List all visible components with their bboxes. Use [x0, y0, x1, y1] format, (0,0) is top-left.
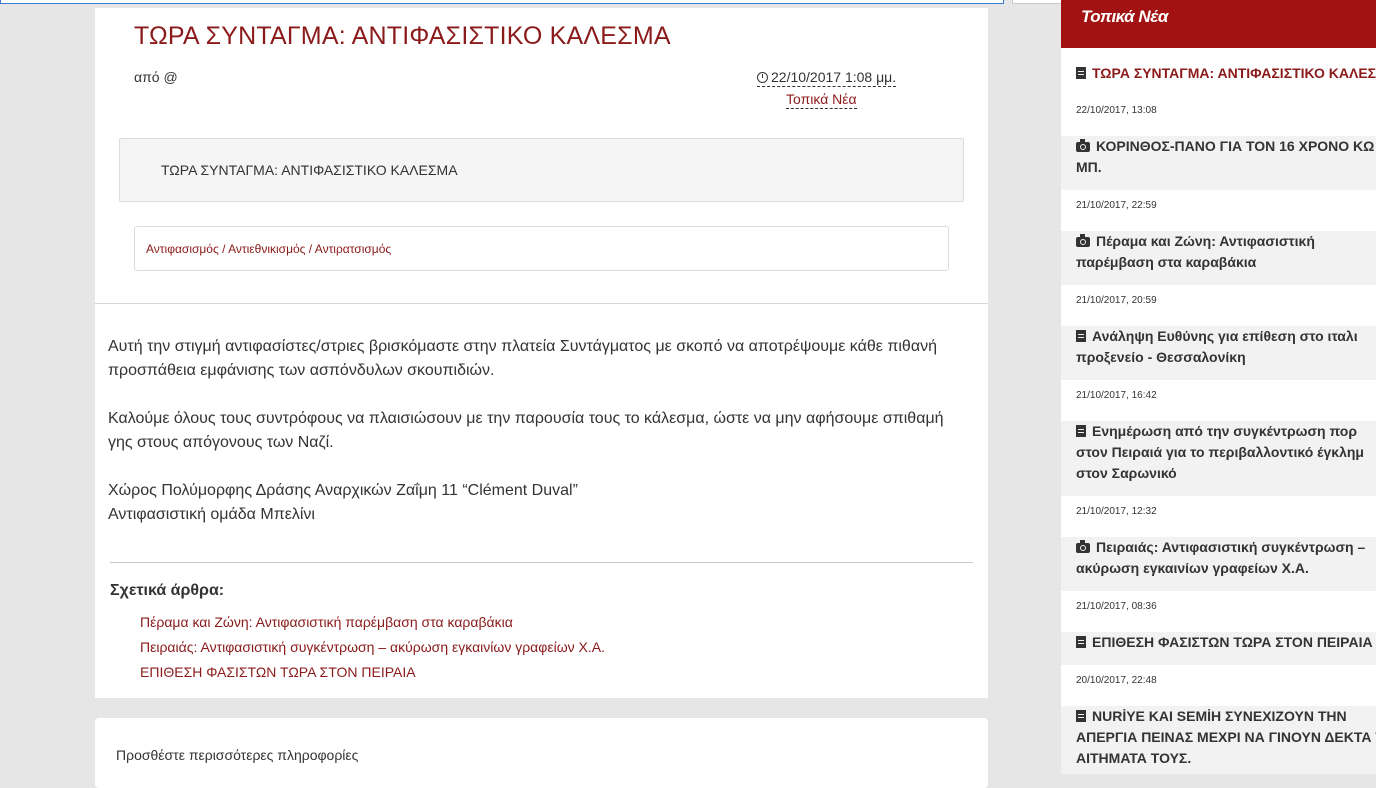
more-info-card: Προσθέστε περισσότερες πληροφορίες [95, 718, 988, 788]
article-card: ΤΩΡΑ ΣΥΝΤΑΓΜΑ: ΑΝΤΙΦΑΣΙΣΤΙΚΟ ΚΑΛΕΣΜΑ από… [95, 8, 988, 698]
article-title: ΤΩΡΑ ΣΥΝΤΑΓΜΑ: ΑΝΤΙΦΑΣΙΣΤΙΚΟ ΚΑΛΕΣΜΑ [134, 22, 671, 50]
camera-icon [1076, 234, 1090, 247]
sidebar-header-title: Τοπικά Νέα [1081, 7, 1168, 26]
related-articles-title: Σχετικά άρθρα: [110, 582, 225, 599]
author-prefix: από [134, 69, 160, 85]
body-paragraph: Καλούμε όλους τους συντρόφους να πλαισιώ… [108, 410, 944, 451]
news-title[interactable]: Πέραμα και Ζώνη: Αντιφασιστική παρέμβαση… [1076, 231, 1376, 273]
related-article-link[interactable]: ΕΠΙΘΕΣΗ ΦΑΣΙΣΤΩΝ ΤΩΡΑ ΣΤΟΝ ΠΕΙΡΑΙΑ [140, 663, 605, 688]
news-date: 21/10/2017, 08:36 [1076, 601, 1157, 612]
document-icon [1076, 330, 1086, 342]
divider [110, 562, 973, 563]
news-date: 21/10/2017, 22:59 [1076, 200, 1157, 211]
sidebar-header: Τοπικά Νέα [1061, 0, 1376, 48]
related-article-link[interactable]: Πειραιάς: Αντιφασιστική συγκέντρωση – ακ… [140, 638, 605, 663]
document-icon [1076, 67, 1086, 79]
news-date: 20/10/2017, 22:48 [1076, 675, 1157, 686]
body-signature-line: Χώρος Πολύμορφης Δράσης Αναρχικών Ζαΐμη … [108, 482, 578, 499]
sidebar: Τοπικά Νέα ΤΩΡΑ ΣΥΝΤΑΓΜΑ: ΑΝΤΙΦΑΣΙΣΤΙΚΟ … [1061, 0, 1376, 774]
tag-link[interactable]: Αντιεθνικισμός [228, 242, 305, 256]
news-title[interactable]: ΤΩΡΑ ΣΥΝΤΑΓΜΑ: ΑΝΤΙΦΑΣΙΣΤΙΚΟ ΚΑΛΕΣΜΑ [1076, 63, 1376, 84]
news-title[interactable]: NURİYE ΚΑΙ SEMİH ΣΥΝΕΧΙΖΟΥΝ ΤΗΝ ΑΠΕΡΓΙΑ … [1076, 706, 1376, 769]
article-body: Αυτή την στιγμή αντιφασίστες/στριες βρισ… [108, 335, 968, 527]
camera-icon [1076, 540, 1090, 553]
tags-list: Αντιφασισμός / Αντιεθνικισμός / Αντιρατσ… [146, 242, 392, 256]
more-info-label[interactable]: Προσθέστε περισσότερες πληροφορίες [116, 747, 358, 763]
related-article-link[interactable]: Πέραμα και Ζώνη: Αντιφασιστική παρέμβαση… [140, 613, 605, 638]
news-date: 21/10/2017, 12:32 [1076, 506, 1157, 517]
divider [95, 303, 988, 304]
article-date-text: 22/10/2017 1:08 μμ. [771, 69, 897, 85]
document-icon [1076, 710, 1086, 722]
body-signature-line: Αντιφασιστική ομάδα Μπελίνι [108, 506, 315, 523]
news-title[interactable]: Ενημέρωση από την συγκέντρωση πορ στον Π… [1076, 421, 1376, 484]
news-title[interactable]: ΚΟΡΙΝΘΟΣ-ΠΑΝΟ ΓΙΑ ΤΟΝ 16 ΧΡΟΝΟ ΚΩ ΜΠ. [1076, 136, 1376, 178]
news-date: 21/10/2017, 16:42 [1076, 390, 1157, 401]
address-bar[interactable] [0, 0, 1004, 4]
article-date[interactable]: 22/10/2017 1:08 μμ. [757, 69, 897, 87]
news-title[interactable]: Ανάληψη Ευθύνης για επίθεση στο ιταλι πρ… [1076, 326, 1376, 368]
body-paragraph: Αυτή την στιγμή αντιφασίστες/στριες βρισ… [108, 338, 937, 379]
tags-box: Αντιφασισμός / Αντιεθνικισμός / Αντιρατσ… [134, 226, 949, 271]
clock-icon [757, 72, 768, 83]
article-summary: ΤΩΡΑ ΣΥΝΤΑΓΜΑ: ΑΝΤΙΦΑΣΙΣΤΙΚΟ ΚΑΛΕΣΜΑ [119, 138, 964, 202]
tag-link[interactable]: Αντιρατσισμός [315, 242, 391, 256]
article-section-link[interactable]: Τοπικά Νέα [786, 91, 857, 109]
news-title[interactable]: ΕΠΙΘΕΣΗ ΦΑΣΙΣΤΩΝ ΤΩΡΑ ΣΤΟΝ ΠΕΙΡΑΙΑ [1076, 632, 1376, 653]
author-link[interactable]: @ [163, 69, 177, 85]
news-title[interactable]: Πειραιάς: Αντιφασιστική συγκέντρωση – ακ… [1076, 537, 1376, 579]
news-date: 21/10/2017, 20:59 [1076, 295, 1157, 306]
tag-link[interactable]: Αντιφασισμός [146, 242, 219, 256]
document-icon [1076, 636, 1086, 648]
related-articles-list: Πέραμα και Ζώνη: Αντιφασιστική παρέμβαση… [140, 613, 605, 688]
news-date: 22/10/2017, 13:08 [1076, 105, 1157, 116]
document-icon [1076, 425, 1086, 437]
camera-icon [1076, 139, 1090, 152]
article-summary-text: ΤΩΡΑ ΣΥΝΤΑΓΜΑ: ΑΝΤΙΦΑΣΙΣΤΙΚΟ ΚΑΛΕΣΜΑ [161, 162, 458, 178]
article-author: από @ [134, 69, 178, 85]
